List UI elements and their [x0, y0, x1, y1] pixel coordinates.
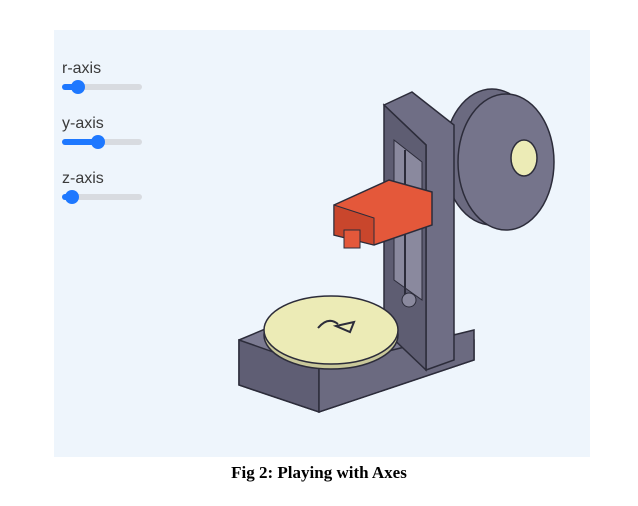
print-bed — [263, 295, 399, 370]
figure-caption: Fig 2: Playing with Axes — [231, 463, 407, 482]
filament-spool — [443, 88, 555, 231]
3d-printer-model[interactable] — [54, 30, 590, 457]
3d-viewport[interactable]: r-axis y-axis z-axis — [54, 30, 590, 457]
